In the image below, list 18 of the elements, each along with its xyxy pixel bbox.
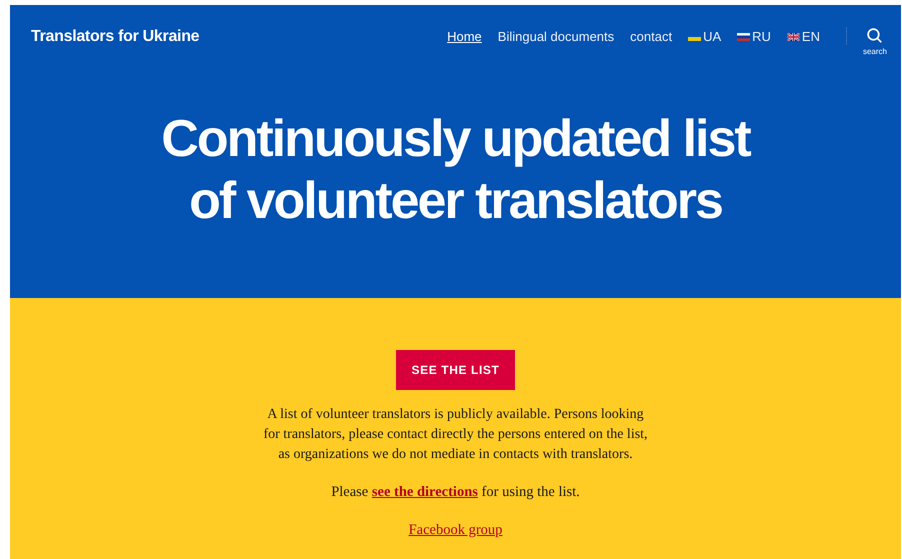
- see-list-button[interactable]: SEE THE LIST: [396, 350, 516, 390]
- nav-link[interactable]: contact: [630, 29, 672, 44]
- search-icon: [866, 27, 884, 44]
- language-link[interactable]: RU: [737, 29, 771, 44]
- directions-sentence: Please see the directions for using the list.: [331, 483, 580, 502]
- site-title[interactable]: Translators for Ukraine: [31, 28, 200, 46]
- hero-title: Continuously updated list: [161, 109, 750, 170]
- nav-link[interactable]: Home: [447, 29, 482, 44]
- language-link[interactable]: UA: [688, 29, 722, 44]
- search-button[interactable]: search: [862, 27, 887, 56]
- facebook-link[interactable]: Facebook group: [408, 520, 502, 540]
- directions-link[interactable]: see the directions: [372, 484, 478, 500]
- language-link[interactable]: EN: [786, 29, 820, 44]
- description-paragraph: A list of volunteer translators is publicly available. Persons looking for translators, please contact directly the persons entered on the list, as organizations we do not mediate in contacts with translators.: [262, 406, 649, 464]
- hero-title: of volunteer translators: [189, 171, 722, 232]
- nav-link[interactable]: Bilingual documents: [498, 29, 614, 44]
- flag-icon: [737, 32, 750, 40]
- flag-icon: [786, 32, 800, 40]
